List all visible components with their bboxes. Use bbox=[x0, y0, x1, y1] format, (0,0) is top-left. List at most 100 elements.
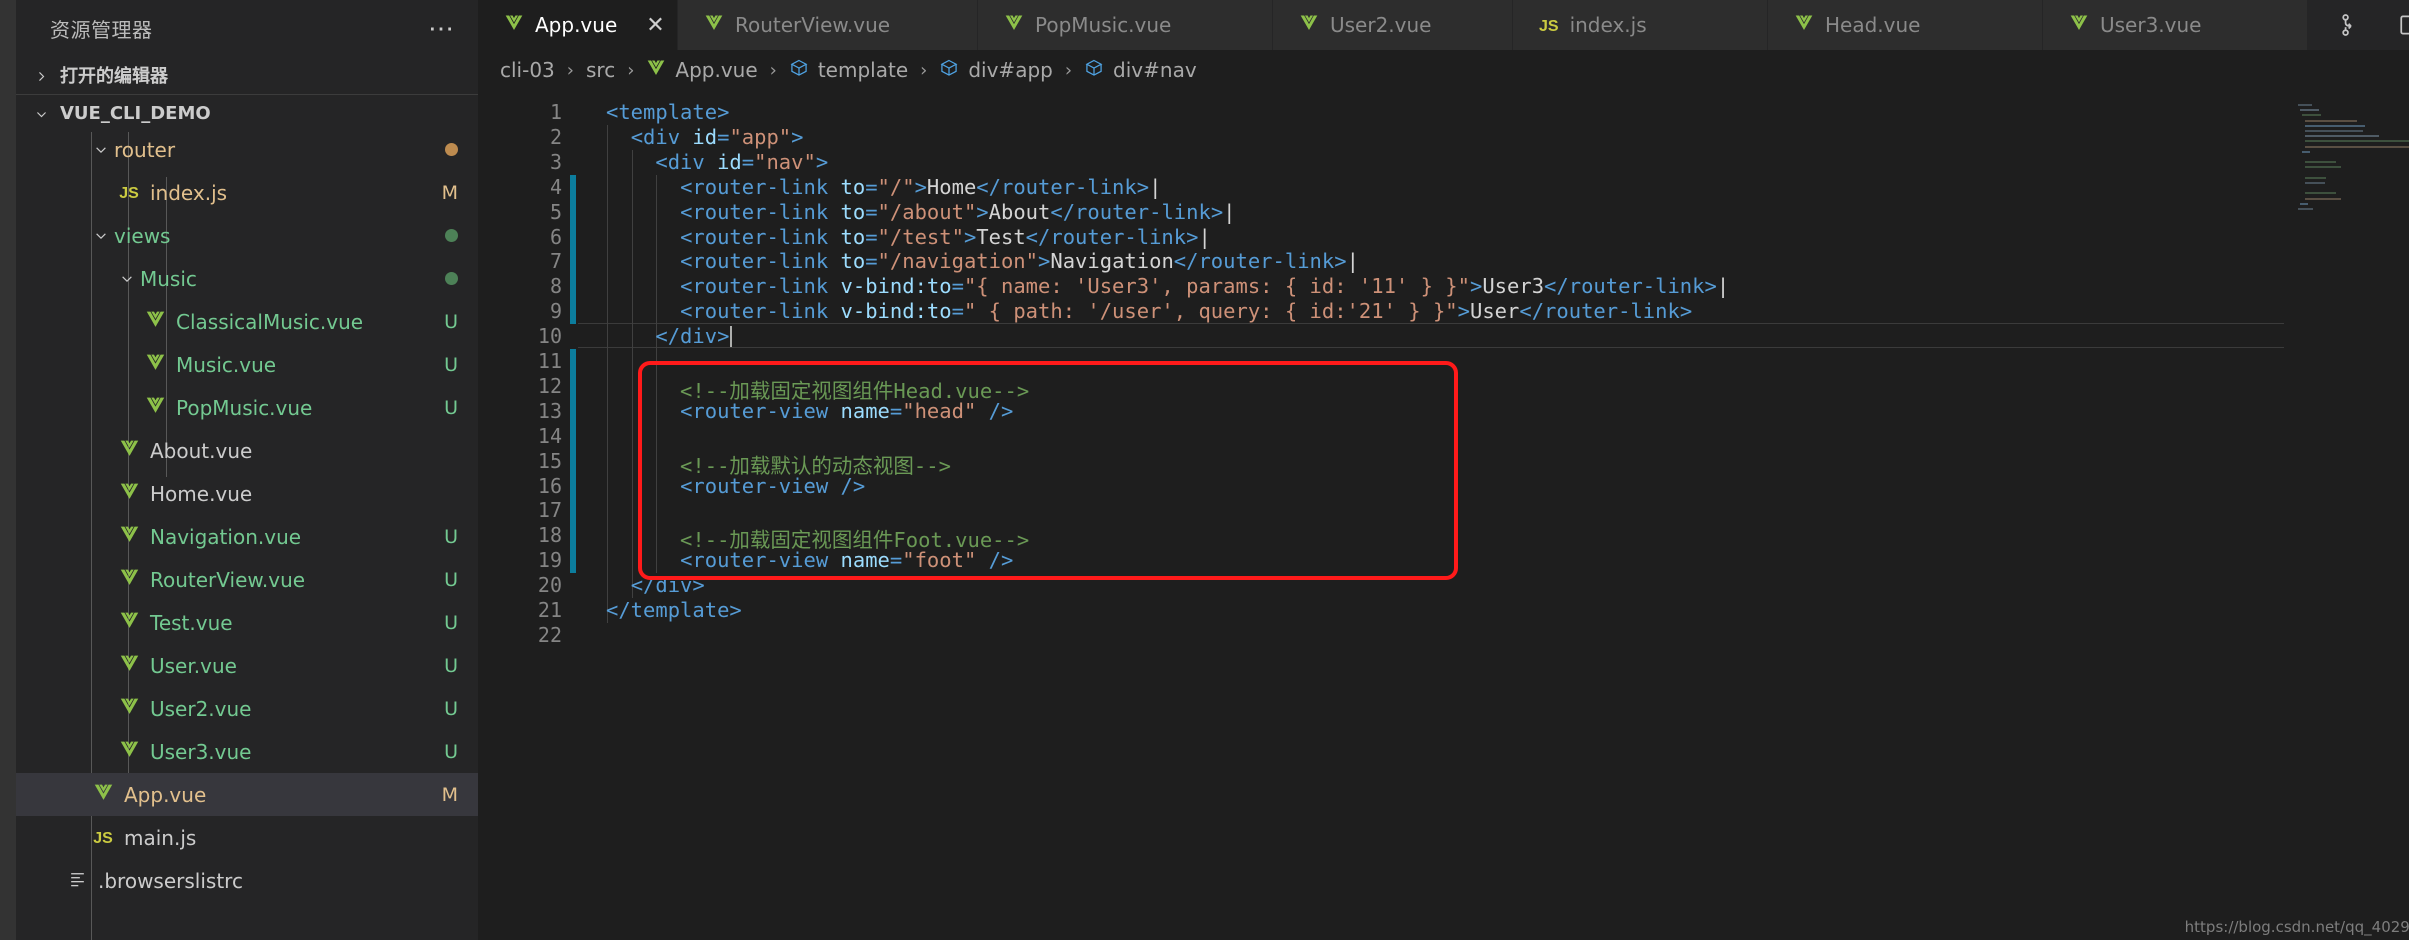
vue-icon bbox=[646, 58, 666, 83]
tree-item-navigation-vue[interactable]: Navigation.vue U bbox=[16, 515, 478, 558]
tree-item-views[interactable]: views bbox=[16, 214, 478, 257]
breadcrumb-item-app-vue[interactable]: App.vue bbox=[646, 58, 758, 83]
minimap[interactable] bbox=[2284, 90, 2409, 940]
tree-item-music[interactable]: Music bbox=[16, 257, 478, 300]
code-line[interactable] bbox=[606, 349, 618, 374]
activity-bar[interactable] bbox=[0, 0, 16, 940]
line-number: 18 bbox=[537, 523, 562, 548]
ellipsis-icon[interactable]: ⋯ bbox=[428, 15, 456, 41]
line-number: 6 bbox=[549, 224, 562, 249]
tree-item-label: User3.vue bbox=[150, 739, 252, 764]
split-merge-icon[interactable] bbox=[2338, 12, 2364, 38]
tree-item-main-js[interactable]: JS main.js bbox=[16, 816, 478, 859]
code-line[interactable]: <router-link to="/test">Test</router-lin… bbox=[606, 225, 1211, 250]
breadcrumb-item-template[interactable]: template bbox=[789, 58, 908, 83]
tab-index-js[interactable]: JS index.js bbox=[1513, 0, 1768, 50]
tree-item-routerview-vue[interactable]: RouterView.vue U bbox=[16, 558, 478, 601]
code-line[interactable]: <router-view /> bbox=[606, 474, 865, 499]
minimap-line bbox=[2304, 176, 2327, 179]
code-line[interactable]: <div id="nav"> bbox=[606, 150, 828, 175]
editor-gutter: 1 2 3 4 5 6 7 8 9 10 11 12 13 14 15 16 17 18 19 20 21 22 bbox=[478, 90, 578, 940]
code-line[interactable]: </div> bbox=[606, 324, 729, 349]
tree-item-user-vue[interactable]: User.vue U bbox=[16, 644, 478, 687]
tab-head-vue[interactable]: Head.vue bbox=[1768, 0, 2043, 50]
tree-item-test-vue[interactable]: Test.vue U bbox=[16, 601, 478, 644]
tab-app-vue[interactable]: App.vue ✕ bbox=[478, 0, 678, 50]
code-line[interactable] bbox=[606, 498, 618, 523]
tree-item-music-vue[interactable]: Music.vue U bbox=[16, 343, 478, 386]
code-line[interactable]: </template> bbox=[606, 598, 742, 623]
breadcrumb-item-cli-03[interactable]: cli-03 bbox=[500, 58, 555, 82]
code-line[interactable]: <router-link to="/navigation">Navigation… bbox=[606, 249, 1359, 274]
tree-item-router[interactable]: router bbox=[16, 132, 478, 171]
breadcrumb-item-div-nav[interactable]: div#nav bbox=[1084, 58, 1197, 83]
code-line[interactable]: <router-view name="foot" /> bbox=[606, 548, 1013, 573]
vue-icon bbox=[120, 440, 138, 456]
git-status-badge: U bbox=[444, 396, 458, 419]
tab-label: index.js bbox=[1569, 13, 1647, 37]
git-status-badge: U bbox=[444, 568, 458, 591]
tree-item-classicalmusic-vue[interactable]: ClassicalMusic.vue U bbox=[16, 300, 478, 343]
tree-item-about-vue[interactable]: About.vue bbox=[16, 429, 478, 472]
line-number: 8 bbox=[549, 274, 562, 299]
vue-file-icon bbox=[114, 653, 144, 679]
project-section[interactable]: VUE_CLI_DEMO bbox=[16, 94, 478, 132]
tree-item-label: About.vue bbox=[150, 438, 253, 463]
cube-icon bbox=[789, 58, 809, 83]
git-change-indicator bbox=[570, 349, 576, 574]
code-line[interactable]: <router-view name="head" /> bbox=[606, 399, 1013, 424]
breadcrumb: cli-03 › src › App.vue › template › div#app › div#… bbox=[478, 50, 2409, 90]
vue-icon bbox=[505, 15, 523, 30]
open-editors-label: 打开的编辑器 bbox=[60, 66, 168, 87]
code-line[interactable]: <!--加载固定视图组件Head.vue--> bbox=[606, 374, 1029, 403]
open-editors-section[interactable]: 打开的编辑器 bbox=[16, 56, 478, 94]
tab-bar-actions bbox=[2308, 0, 2409, 50]
code-line[interactable]: <!--加载固定视图组件Foot.vue--> bbox=[606, 523, 1029, 552]
code-line[interactable] bbox=[606, 623, 618, 648]
tree-item-user3-vue[interactable]: User3.vue U bbox=[16, 730, 478, 773]
project-label: VUE_CLI_DEMO bbox=[60, 103, 211, 124]
chevron-down-icon[interactable] bbox=[114, 270, 140, 288]
minimap-line bbox=[2304, 119, 2358, 122]
breadcrumb-item-src[interactable]: src bbox=[586, 58, 615, 82]
tree-item--browserslistrc[interactable]: .browserslistrc bbox=[16, 859, 478, 902]
breadcrumb-item-div-app[interactable]: div#app bbox=[939, 58, 1053, 83]
minimap-line bbox=[2298, 104, 2312, 106]
code-editor[interactable]: 1 2 3 4 5 6 7 8 9 10 11 12 13 14 15 16 17 18 19 20 21 22 <tem… bbox=[478, 90, 2409, 940]
tree-item-index-js[interactable]: JS index.js M bbox=[16, 171, 478, 214]
tab-user3-vue[interactable]: User3.vue bbox=[2043, 0, 2308, 50]
git-status-badge: M bbox=[441, 783, 458, 806]
code-line[interactable]: <!--加载默认的动态视图--> bbox=[606, 449, 951, 478]
code-line[interactable]: <template> bbox=[606, 100, 729, 125]
code-line[interactable]: <router-link to="/about">About</router-l… bbox=[606, 200, 1235, 225]
js-icon: JS bbox=[1539, 17, 1559, 35]
chevron-down-icon[interactable] bbox=[88, 141, 114, 159]
tree-item-user2-vue[interactable]: User2.vue U bbox=[16, 687, 478, 730]
tree-item-home-vue[interactable]: Home.vue bbox=[16, 472, 478, 515]
code-line[interactable]: <div id="app"> bbox=[606, 125, 804, 150]
split-editor-icon[interactable] bbox=[2398, 12, 2409, 38]
vue-icon bbox=[1299, 13, 1319, 38]
line-number: 20 bbox=[537, 573, 562, 598]
vue-icon bbox=[1005, 15, 1023, 30]
chevron-down-icon[interactable] bbox=[88, 227, 114, 245]
tree-item-app-vue[interactable]: App.vue M bbox=[16, 773, 478, 816]
code-line[interactable]: <router-link to="/">Home</router-link>| bbox=[606, 175, 1161, 200]
close-icon[interactable]: ✕ bbox=[646, 13, 664, 38]
vue-icon bbox=[1795, 15, 1813, 30]
code-line[interactable]: <router-link v-bind:to=" { path: '/user'… bbox=[606, 299, 1692, 324]
minimap-line bbox=[2304, 145, 2409, 148]
tab-routerview-vue[interactable]: RouterView.vue bbox=[678, 0, 978, 50]
tab-user2-vue[interactable]: User2.vue bbox=[1273, 0, 1513, 50]
line-number: 22 bbox=[537, 622, 562, 647]
vue-file-icon bbox=[140, 352, 170, 378]
vue-icon bbox=[120, 741, 138, 757]
tree-item-popmusic-vue[interactable]: PopMusic.vue U bbox=[16, 386, 478, 429]
code-content[interactable]: <template> <div id="app"> <div id="nav">… bbox=[578, 90, 2409, 940]
breadcrumb-separator: › bbox=[1064, 59, 1073, 81]
tab-popmusic-vue[interactable]: PopMusic.vue bbox=[978, 0, 1273, 50]
code-line[interactable]: </div> bbox=[606, 573, 705, 598]
vue-icon bbox=[120, 655, 138, 671]
code-line[interactable]: <router-link v-bind:to="{ name: 'User3',… bbox=[606, 274, 1729, 299]
code-line[interactable] bbox=[606, 424, 618, 449]
